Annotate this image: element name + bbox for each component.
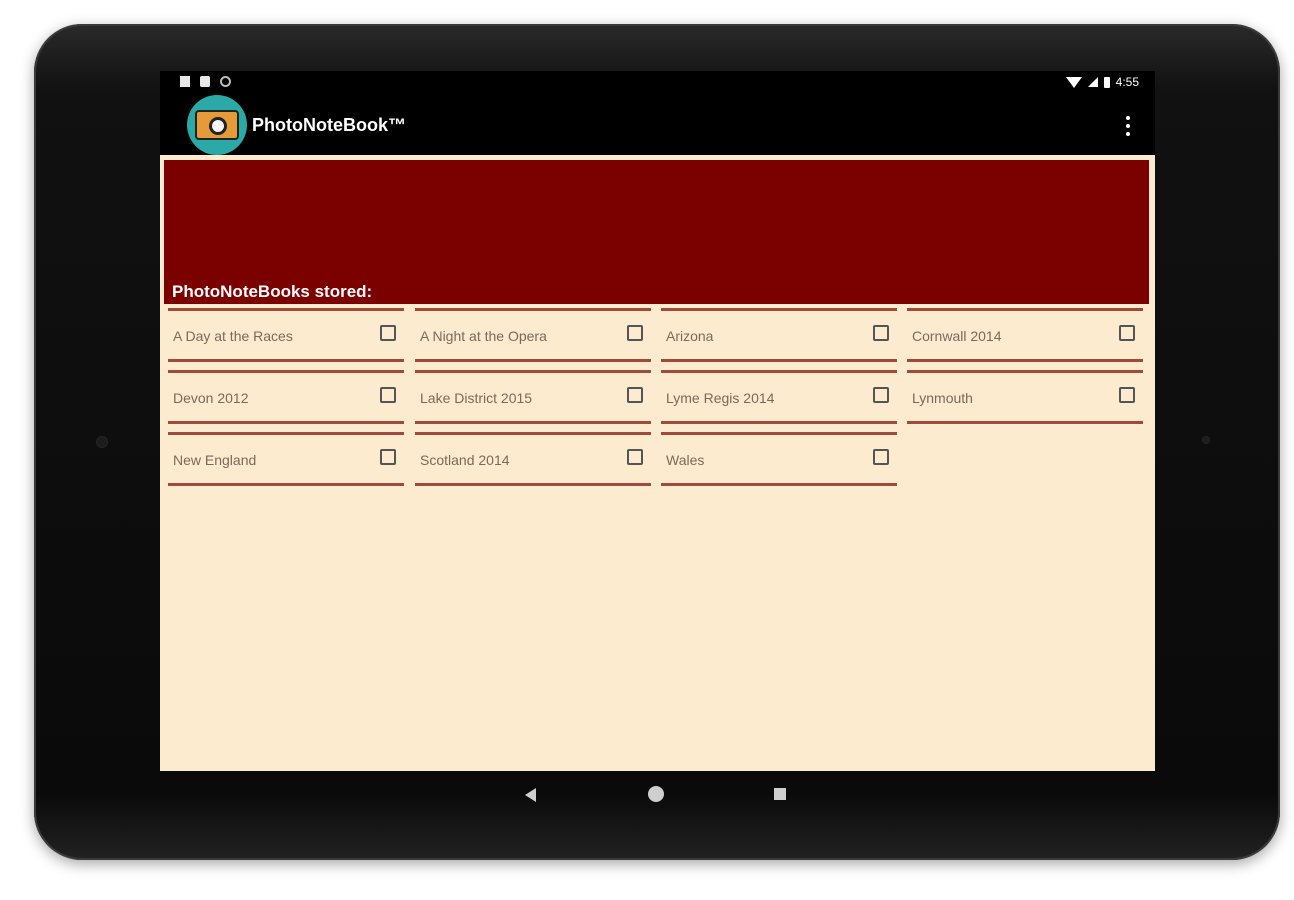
notebook-label: Lynmouth — [912, 390, 973, 406]
notebook-checkbox[interactable] — [627, 387, 643, 403]
battery-icon — [1103, 76, 1110, 88]
status-indicators: 4:55 — [1065, 75, 1139, 89]
notebook-item[interactable]: Lake District 2015 — [415, 370, 651, 424]
notebook-item[interactable]: A Day at the Races — [168, 308, 404, 362]
notebook-checkbox[interactable] — [873, 387, 889, 403]
banner-label: PhotoNoteBooks stored: — [172, 282, 373, 301]
notebook-item[interactable]: Devon 2012 — [168, 370, 404, 424]
overflow-menu-icon[interactable] — [1125, 116, 1131, 136]
notebook-label: Scotland 2014 — [420, 452, 510, 468]
notebook-item[interactable]: A Night at the Opera — [415, 308, 651, 362]
overflow-dot — [1126, 124, 1130, 128]
notebook-checkbox[interactable] — [1119, 325, 1135, 341]
overflow-dot — [1126, 116, 1130, 120]
notebook-checkbox[interactable] — [1119, 387, 1135, 403]
notebook-label: A Day at the Races — [173, 328, 293, 344]
notebook-item[interactable]: Cornwall 2014 — [907, 308, 1143, 362]
header-banner: PhotoNoteBooks stored: — [164, 160, 1149, 304]
notebook-item[interactable]: Scotland 2014 — [415, 432, 651, 486]
notebook-item[interactable]: New England — [168, 432, 404, 486]
notebook-label: Lyme Regis 2014 — [666, 390, 775, 406]
notebook-label: Devon 2012 — [173, 390, 249, 406]
app-title: PhotoNoteBook™ — [252, 115, 406, 135]
wifi-icon — [1065, 76, 1082, 88]
status-time: 4:55 — [1115, 75, 1139, 89]
notebook-label: Lake District 2015 — [420, 390, 533, 406]
notebook-label: Wales — [666, 452, 705, 468]
notebook-checkbox[interactable] — [873, 449, 889, 465]
camera-lens — [209, 117, 227, 135]
status-bar: 4:55 — [160, 71, 1155, 95]
sync-icon — [220, 76, 231, 87]
front-camera — [96, 436, 108, 448]
main-content: PhotoNoteBooks stored: A Day at the Race… — [160, 155, 1155, 771]
notebook-item[interactable]: Lyme Regis 2014 — [661, 370, 897, 424]
notebook-checkbox[interactable] — [380, 387, 396, 403]
notebook-checkbox[interactable] — [380, 325, 396, 341]
notebook-checkbox[interactable] — [380, 449, 396, 465]
notebook-item[interactable]: Wales — [661, 432, 897, 486]
side-sensor — [1202, 436, 1210, 444]
notebook-label: Cornwall 2014 — [912, 328, 1002, 344]
notebook-checkbox[interactable] — [627, 449, 643, 465]
camera-body — [195, 110, 239, 140]
notification-icon — [180, 76, 190, 87]
notebook-label: A Night at the Opera — [420, 328, 547, 344]
notebook-label: New England — [173, 452, 257, 468]
back-icon[interactable] — [525, 788, 536, 802]
notebook-label: Arizona — [666, 328, 714, 344]
recent-apps-icon[interactable] — [774, 788, 786, 800]
sd-card-icon — [200, 76, 210, 87]
device-screen: 4:55 PhotoNoteBook™ PhotoNoteBooks store… — [160, 71, 1155, 771]
notebook-checkbox[interactable] — [627, 325, 643, 341]
overflow-dot — [1126, 132, 1130, 136]
navigation-bar — [160, 772, 1155, 816]
signal-icon — [1087, 77, 1098, 87]
notebook-item[interactable]: Arizona — [661, 308, 897, 362]
notebook-item[interactable]: Lynmouth — [907, 370, 1143, 424]
notebook-checkbox[interactable] — [873, 325, 889, 341]
home-icon[interactable] — [648, 786, 664, 802]
camera-logo-icon — [187, 95, 247, 155]
app-bar: PhotoNoteBook™ — [160, 95, 1155, 155]
status-notifications — [180, 76, 231, 87]
